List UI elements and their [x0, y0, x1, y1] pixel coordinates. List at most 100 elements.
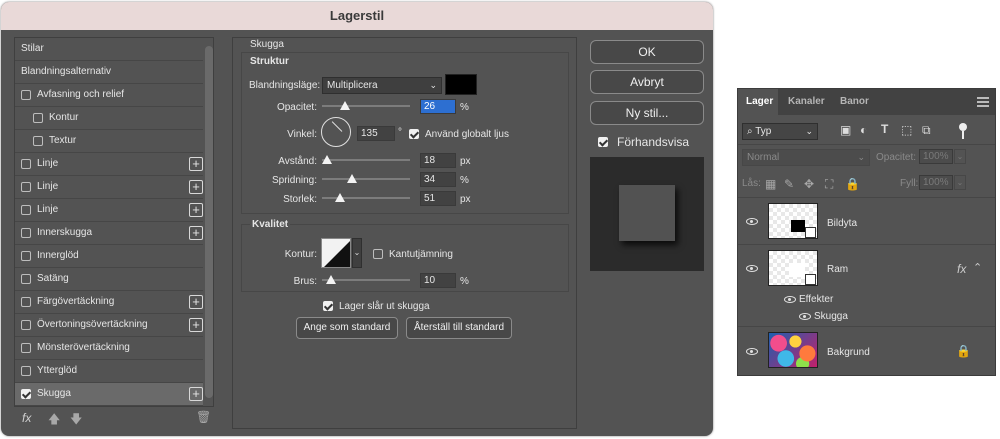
style-checkbox[interactable]	[33, 136, 43, 146]
style-checkbox[interactable]	[33, 113, 43, 123]
style-checkbox[interactable]	[21, 320, 31, 330]
spread-input[interactable]: 34	[420, 172, 456, 187]
layer-row-ram[interactable]: Ram fx ⌃	[738, 244, 995, 292]
cancel-button[interactable]: Avbryt	[590, 70, 704, 94]
smart-object-filter-icon[interactable]: ⧉	[922, 123, 931, 138]
style-checkbox[interactable]	[21, 274, 31, 284]
style-list-item[interactable]: Linje +	[15, 176, 203, 199]
style-checkbox[interactable]	[21, 159, 31, 169]
style-checkbox[interactable]	[21, 205, 31, 215]
style-checkbox[interactable]	[21, 389, 31, 399]
noise-slider-thumb[interactable]	[325, 275, 336, 284]
reset-default-button[interactable]: Återställ till standard	[406, 317, 512, 339]
add-effect-plus-icon[interactable]: +	[189, 387, 203, 401]
size-slider-thumb[interactable]	[334, 193, 345, 202]
style-list-item[interactable]: Avfasning och relief	[15, 84, 203, 107]
lock-pixels-icon[interactable]: ✎	[784, 177, 794, 191]
spread-slider[interactable]	[322, 178, 410, 180]
style-list-item[interactable]: Ytterglöd	[15, 360, 203, 383]
style-checkbox[interactable]	[21, 251, 31, 261]
tab-layers[interactable]: Lager	[738, 89, 778, 115]
lock-transparency-icon[interactable]: ▦	[765, 177, 776, 191]
global-light-checkbox[interactable]	[409, 129, 419, 139]
chevron-down-icon[interactable]: ⌄	[954, 175, 966, 190]
angle-input[interactable]: 135	[357, 126, 395, 141]
add-effect-plus-icon[interactable]: +	[189, 295, 203, 309]
style-list-item[interactable]: Mönsterövertäckning	[15, 337, 203, 360]
knockout-checkbox[interactable]	[323, 301, 333, 311]
layer-opacity-input[interactable]: 100%	[919, 149, 953, 164]
shadow-eye-icon[interactable]	[799, 313, 811, 320]
style-list-item[interactable]: Färgövertäckning +	[15, 291, 203, 314]
blend-mode-select[interactable]: Multiplicera ⌄	[322, 77, 442, 94]
style-list-item[interactable]: Skugga +	[15, 383, 203, 406]
effects-row[interactable]: Effekter	[738, 292, 995, 309]
style-checkbox[interactable]	[21, 366, 31, 376]
panel-menu-icon[interactable]	[977, 97, 989, 107]
contour-dropdown-chevron-icon[interactable]: ⌄	[352, 238, 362, 268]
style-list-item[interactable]: Kontur	[15, 107, 203, 130]
size-input[interactable]: 51	[420, 191, 456, 206]
move-up-icon[interactable]: 🡅	[48, 410, 60, 431]
preview-checkbox[interactable]	[598, 137, 608, 147]
fx-icon[interactable]: fx	[957, 262, 966, 276]
layer-row-background[interactable]: Bakgrund 🔒	[738, 326, 995, 374]
style-list-item[interactable]: Linje +	[15, 153, 203, 176]
text-filter-icon[interactable]: T	[881, 122, 888, 136]
list-scrollbar[interactable]	[205, 46, 213, 398]
opacity-slider-thumb[interactable]	[339, 101, 350, 110]
style-list-item[interactable]: Innerskugga +	[15, 222, 203, 245]
layer-row-bildyta[interactable]: Bildyta	[738, 197, 995, 244]
style-checkbox[interactable]	[21, 182, 31, 192]
opacity-input[interactable]: 26	[420, 99, 456, 114]
make-default-button[interactable]: Ange som standard	[296, 317, 398, 339]
style-list-item[interactable]: Satäng	[15, 268, 203, 291]
spread-slider-thumb[interactable]	[346, 174, 357, 183]
trash-icon[interactable]: 🗑	[196, 410, 211, 424]
lock-artboard-icon[interactable]: ⛶	[825, 177, 833, 192]
fx-icon[interactable]: fx	[22, 411, 31, 425]
ok-button[interactable]: OK	[590, 40, 704, 64]
add-effect-plus-icon[interactable]: +	[189, 157, 203, 171]
style-list-item[interactable]: Linje +	[15, 199, 203, 222]
chevron-down-icon[interactable]: ⌄	[954, 149, 966, 164]
style-checkbox[interactable]	[21, 297, 31, 307]
fill-input[interactable]: 100%	[919, 175, 953, 190]
style-checkbox[interactable]	[21, 343, 31, 353]
lock-position-icon[interactable]: ✥	[804, 177, 814, 191]
add-effect-plus-icon[interactable]: +	[189, 226, 203, 240]
antialias-checkbox[interactable]	[373, 249, 383, 259]
tab-paths[interactable]: Banor	[840, 89, 869, 115]
opacity-slider[interactable]	[322, 105, 410, 107]
tab-channels[interactable]: Kanaler	[788, 89, 825, 115]
visibility-eye-icon[interactable]	[746, 265, 758, 272]
add-effect-plus-icon[interactable]: +	[189, 180, 203, 194]
distance-input[interactable]: 18	[420, 153, 456, 168]
list-header-blending[interactable]: Blandningsalternativ	[15, 61, 203, 84]
lock-all-icon[interactable]: 🔒	[845, 177, 860, 191]
layer-filter-select[interactable]: ⌕ Typ ⌄	[742, 123, 818, 140]
style-list-item[interactable]: Textur	[15, 130, 203, 153]
effects-eye-icon[interactable]	[784, 296, 796, 303]
list-header-styles[interactable]: Stilar	[15, 38, 203, 61]
collapse-chevron-icon[interactable]: ⌃	[973, 261, 982, 274]
angle-dial[interactable]	[321, 117, 351, 147]
style-list-item[interactable]: Övertoningsövertäckning +	[15, 314, 203, 337]
distance-slider[interactable]	[322, 159, 410, 161]
add-effect-plus-icon[interactable]: +	[189, 203, 203, 217]
noise-input[interactable]: 10	[420, 273, 456, 288]
style-checkbox[interactable]	[21, 228, 31, 238]
blend-mode-dropdown[interactable]: Normal ⌄	[742, 149, 870, 166]
visibility-eye-icon[interactable]	[746, 218, 758, 225]
move-down-icon[interactable]: 🡇	[70, 410, 82, 431]
style-checkbox[interactable]	[21, 90, 31, 100]
shadow-effect-row[interactable]: Skugga	[738, 309, 995, 326]
new-style-button[interactable]: Ny stil...	[590, 101, 704, 125]
filter-toggle-icon[interactable]	[959, 123, 967, 131]
adjustment-filter-icon[interactable]: ◐	[860, 123, 867, 137]
style-list-item[interactable]: Innerglöd	[15, 245, 203, 268]
distance-slider-thumb[interactable]	[322, 155, 333, 164]
shape-filter-icon[interactable]: ⬚	[901, 123, 912, 137]
add-effect-plus-icon[interactable]: +	[189, 318, 203, 332]
image-filter-icon[interactable]: ▣	[840, 123, 851, 137]
